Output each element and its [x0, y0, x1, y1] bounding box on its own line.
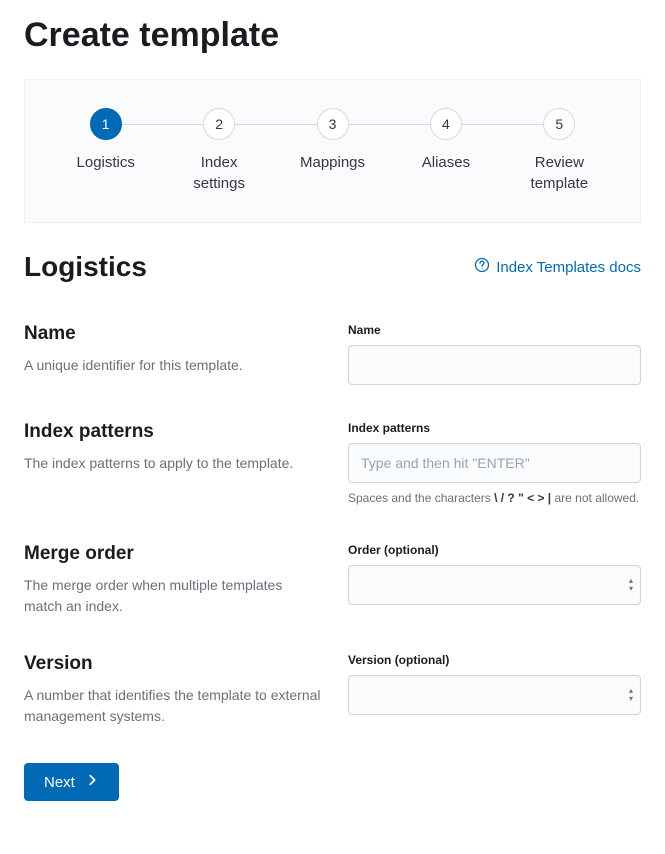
step-label: Review template [514, 152, 604, 194]
field-title: Index patterns [24, 421, 324, 443]
field-row-version: Version A number that identifies the tem… [24, 653, 641, 727]
step-label: Aliases [422, 152, 470, 173]
page-title: Create template [24, 16, 641, 55]
field-title: Version [24, 653, 324, 675]
step-review-template[interactable]: 5 Review template [503, 108, 616, 194]
step-number: 5 [543, 108, 575, 140]
step-index-settings[interactable]: 2 Index settings [162, 108, 275, 194]
input-label-name: Name [348, 323, 641, 337]
order-input[interactable] [348, 565, 641, 605]
step-label: Logistics [77, 152, 135, 173]
field-title: Merge order [24, 543, 324, 565]
step-number: 3 [317, 108, 349, 140]
name-input[interactable] [348, 345, 641, 385]
step-connector [106, 124, 219, 125]
input-label-order: Order (optional) [348, 543, 641, 557]
field-description: The merge order when multiple templates … [24, 575, 324, 617]
help-icon [474, 257, 490, 277]
index-patterns-input[interactable] [348, 443, 641, 483]
field-title: Name [24, 323, 324, 345]
next-button[interactable]: Next [24, 763, 119, 801]
field-row-merge-order: Merge order The merge order when multipl… [24, 543, 641, 617]
steps-wizard: 1 Logistics 2 Index settings 3 Mappings … [24, 79, 641, 223]
docs-link-text: Index Templates docs [496, 259, 641, 276]
step-label: Index settings [174, 152, 264, 194]
step-number: 4 [430, 108, 462, 140]
step-aliases[interactable]: 4 Aliases [389, 108, 502, 173]
step-number: 2 [203, 108, 235, 140]
number-stepper-icon[interactable]: ▴▾ [629, 577, 633, 593]
input-label-version: Version (optional) [348, 653, 641, 667]
field-row-index-patterns: Index patterns The index patterns to app… [24, 421, 641, 507]
field-description: A number that identifies the template to… [24, 685, 324, 727]
step-connector [219, 124, 332, 125]
field-description: A unique identifier for this template. [24, 355, 324, 376]
section-title: Logistics [24, 251, 147, 283]
help-text: Spaces and the characters \ / ? " < > | … [348, 489, 641, 507]
field-row-name: Name A unique identifier for this templa… [24, 323, 641, 385]
step-connector [446, 124, 559, 125]
step-number: 1 [90, 108, 122, 140]
input-label-index-patterns: Index patterns [348, 421, 641, 435]
step-connector [333, 124, 446, 125]
chevron-right-icon [85, 773, 99, 791]
number-stepper-icon[interactable]: ▴▾ [629, 687, 633, 703]
field-description: The index patterns to apply to the templ… [24, 453, 324, 474]
step-logistics[interactable]: 1 Logistics [49, 108, 162, 173]
step-label: Mappings [300, 152, 365, 173]
version-input[interactable] [348, 675, 641, 715]
step-mappings[interactable]: 3 Mappings [276, 108, 389, 173]
next-button-label: Next [44, 774, 75, 791]
docs-link[interactable]: Index Templates docs [474, 257, 641, 277]
section-header: Logistics Index Templates docs [24, 251, 641, 283]
